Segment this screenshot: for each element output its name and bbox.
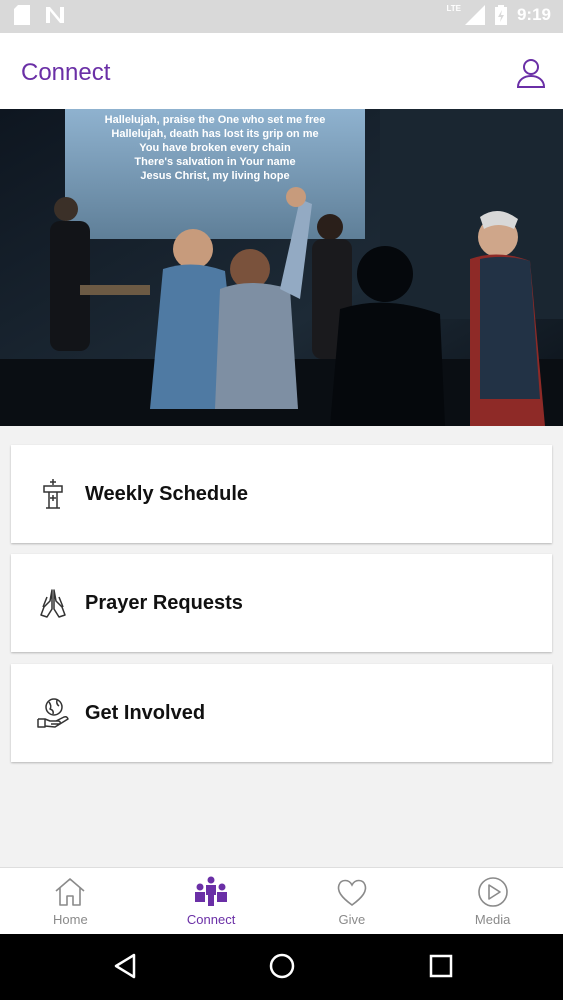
battery-charging-icon [494,5,507,25]
nav-home[interactable]: Home [0,868,141,935]
lyric-line-1: Hallelujah, praise the One who set me fr… [105,114,326,126]
signal-icon [464,5,485,25]
heart-icon [337,879,367,906]
nav-give[interactable]: Give [282,868,423,935]
praying-hands-icon [35,585,71,621]
card-weekly-schedule[interactable]: Weekly Schedule [11,445,552,543]
pulpit-icon [35,476,71,512]
nav-label: Media [474,912,511,927]
system-navigation-bar [0,934,563,1000]
lyric-line-2: Hallelujah, death has lost its grip on m… [111,128,318,140]
network-type: LTE [446,3,461,13]
sd-card-icon [14,5,30,25]
clock: 9:19 [516,5,551,24]
user-icon [516,59,546,88]
home-circle-icon[interactable] [268,952,296,980]
lyric-line-5: Jesus Christ, my living hope [140,170,289,182]
card-get-involved[interactable]: Get Involved [11,664,552,762]
lyric-line-3: You have broken every chain [139,142,291,154]
nav-media[interactable]: Media [422,868,563,935]
card-label: Prayer Requests [85,591,243,614]
play-icon [477,877,508,907]
status-bar: LTE 9:19 [0,0,563,33]
back-icon[interactable] [112,952,138,980]
hero-image: Hallelujah, praise the One who set me fr… [0,109,563,426]
profile-button[interactable] [515,57,547,89]
recents-icon[interactable] [428,952,454,980]
people-icon [195,876,228,906]
nav-label: Home [53,912,88,927]
card-label: Weekly Schedule [85,482,249,505]
nav-label: Give [338,912,366,927]
worship-photo: Hallelujah, praise the One who set me fr… [0,109,563,426]
page-title: Connect [21,59,111,86]
app-bar: Connect [0,33,563,110]
bottom-nav: Home Connect Give Media [0,867,563,935]
n-notification-icon [46,7,64,23]
nav-label: Connect [186,912,236,927]
nav-connect[interactable]: Connect [141,868,282,935]
lyric-line-4: There's salvation in Your name [134,156,295,168]
home-icon [55,878,85,906]
card-prayer-requests[interactable]: Prayer Requests [11,554,552,652]
card-label: Get Involved [85,701,206,724]
globe-hand-icon [35,695,71,731]
